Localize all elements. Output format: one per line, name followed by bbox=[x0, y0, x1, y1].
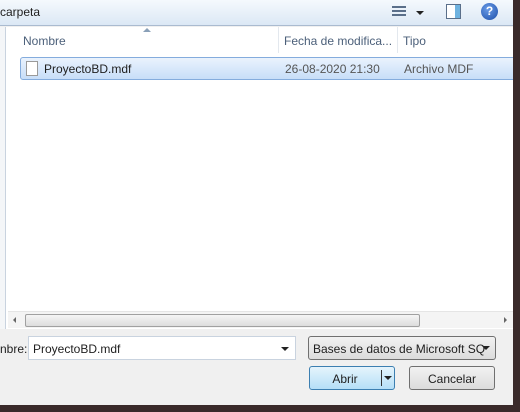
file-type: Archivo MDF bbox=[404, 62, 474, 76]
toolbar-label: carpeta bbox=[0, 5, 41, 19]
filename-dropdown-icon[interactable] bbox=[281, 347, 289, 351]
file-name: ProyectoBD.mdf bbox=[44, 62, 132, 76]
file-date: 26-08-2020 21:30 bbox=[285, 62, 380, 76]
filename-value: ProyectoBD.mdf bbox=[33, 342, 121, 356]
help-icon[interactable]: ? bbox=[481, 3, 498, 20]
file-type-filter-value: Bases de datos de Microsoft SQ bbox=[313, 342, 486, 356]
view-dropdown-icon[interactable] bbox=[416, 11, 424, 15]
horizontal-scrollbar[interactable] bbox=[8, 311, 513, 328]
column-header-date[interactable]: Fecha de modifica... bbox=[279, 27, 398, 53]
column-header-type[interactable]: Tipo bbox=[398, 27, 513, 53]
navigation-pane bbox=[0, 27, 6, 329]
scroll-left-icon[interactable] bbox=[13, 317, 16, 323]
filename-label: nbre: bbox=[0, 342, 28, 356]
file-list: Nombre Fecha de modifica... Tipo Proyect… bbox=[0, 27, 513, 329]
open-options-icon[interactable] bbox=[384, 376, 392, 380]
cancel-button[interactable]: Cancelar bbox=[409, 366, 495, 390]
file-type-filter[interactable]: Bases de datos de Microsoft SQ bbox=[308, 336, 496, 360]
open-file-dialog: carpeta ? Nombre Fecha de modifica... Ti… bbox=[0, 0, 513, 405]
view-options-icon[interactable] bbox=[392, 6, 406, 18]
scrollbar-thumb[interactable] bbox=[25, 314, 420, 327]
column-header-name[interactable]: Nombre bbox=[18, 27, 279, 53]
file-row[interactable]: ProyectoBD.mdf 26-08-2020 21:30 Archivo … bbox=[20, 57, 513, 80]
open-button[interactable]: Abrir bbox=[309, 366, 395, 390]
toolbar: carpeta ? bbox=[0, 0, 513, 26]
open-button-label: Abrir bbox=[332, 372, 358, 386]
filename-input[interactable]: ProyectoBD.mdf bbox=[28, 336, 296, 360]
filter-dropdown-icon bbox=[482, 346, 490, 350]
file-icon bbox=[26, 61, 38, 76]
scroll-right-icon[interactable] bbox=[504, 317, 507, 323]
preview-pane-icon[interactable] bbox=[446, 4, 461, 19]
